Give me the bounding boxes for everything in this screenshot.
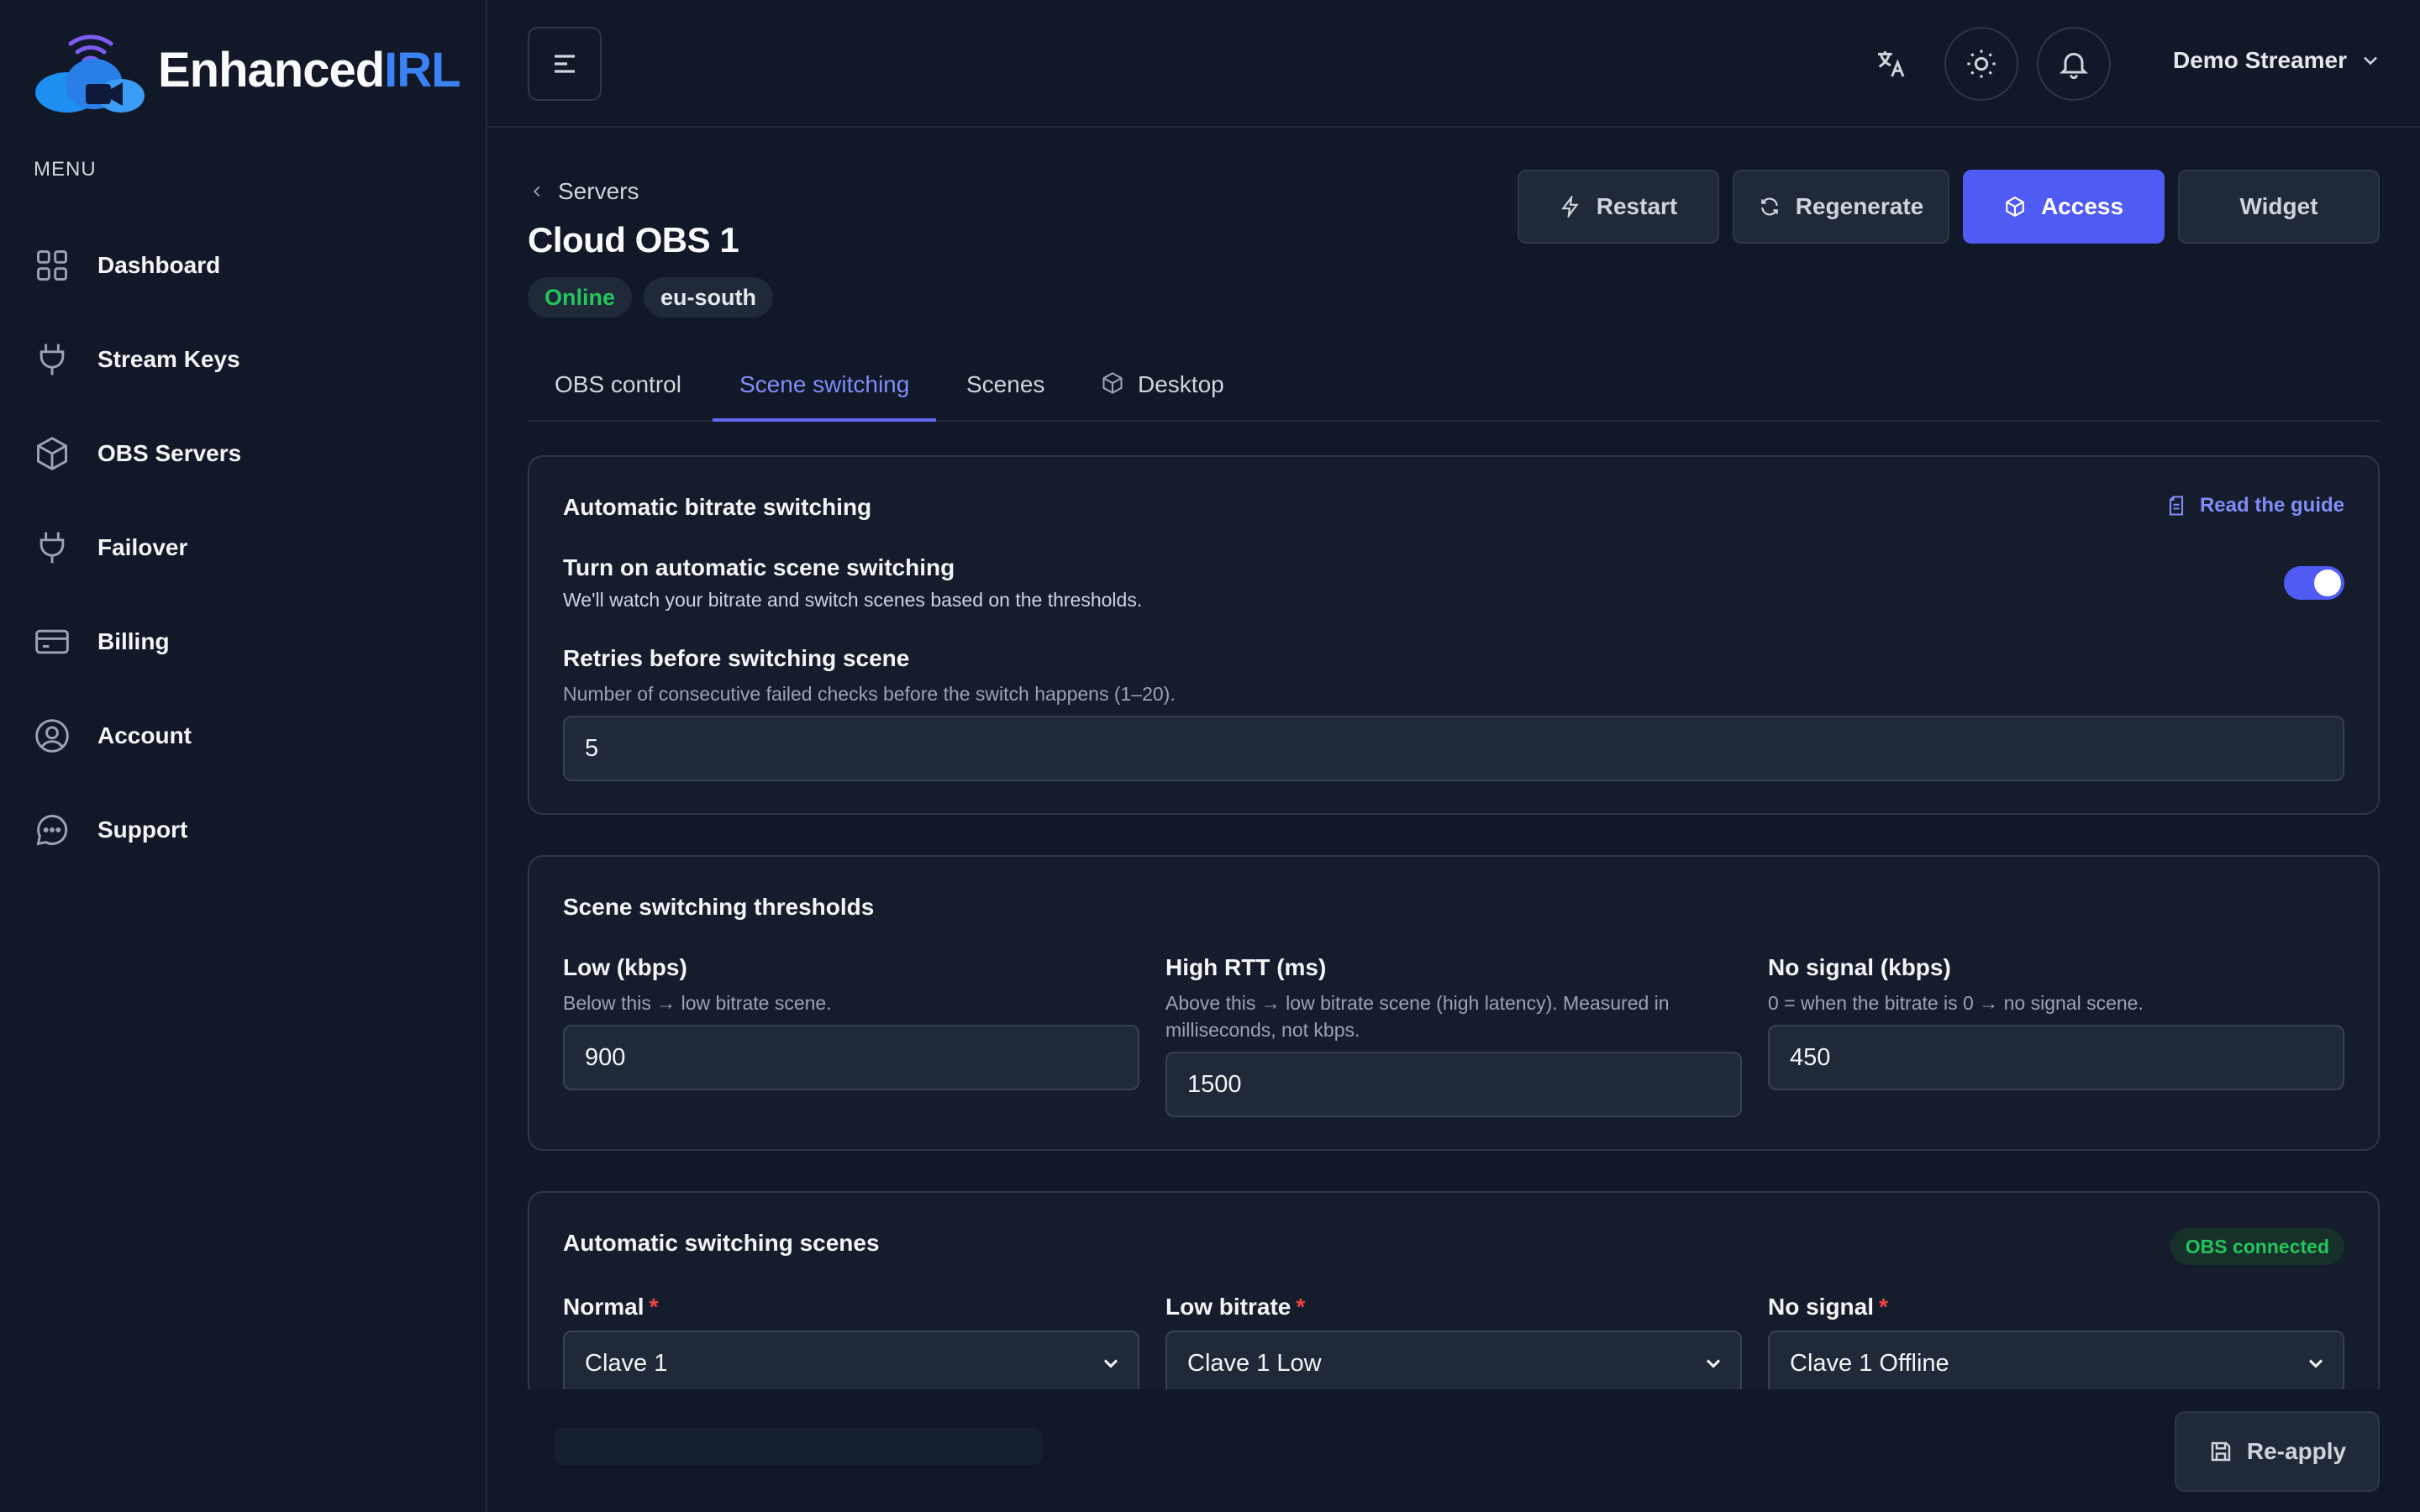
chevron-down-icon	[1706, 1359, 1721, 1368]
normal-scene-select[interactable]: Clave 1	[563, 1331, 1139, 1396]
bell-icon	[2060, 52, 2088, 80]
toggle-label: Turn on automatic scene switching	[563, 554, 955, 580]
read-guide-link[interactable]: Read the guide	[2165, 494, 2344, 517]
chevron-left-icon	[533, 186, 540, 197]
sidebar-item-failover[interactable]: Failover	[34, 501, 454, 595]
chat-icon	[36, 815, 68, 846]
low-kbps-label: Low (kbps)	[563, 954, 687, 980]
user-menu[interactable]: Demo Streamer	[2173, 47, 2382, 74]
no-signal-label: No signal (kbps)	[1768, 954, 1951, 980]
notifications-button[interactable]	[2037, 27, 2111, 101]
tab-obs-control[interactable]: OBS control	[555, 361, 681, 422]
card-title: Automatic switching scenes	[563, 1230, 880, 1256]
sidebar-item-label: Failover	[97, 534, 188, 560]
regenerate-button[interactable]: Regenerate	[1733, 170, 1949, 244]
obs-connected-badge: OBS connected	[2170, 1228, 2344, 1265]
cube-icon	[2006, 196, 2024, 218]
low-bitrate-scene-select[interactable]: Clave 1 Low	[1165, 1331, 1742, 1396]
refresh-icon	[1760, 197, 1778, 216]
chevron-down-icon	[2364, 56, 2377, 66]
retries-hint: Number of consecutive failed checks befo…	[563, 683, 1176, 705]
high-rtt-input[interactable]: 1500	[1165, 1052, 1742, 1117]
cube-icon	[1102, 372, 1123, 394]
widget-button[interactable]: Widget	[2178, 170, 2380, 244]
sidebar-item-support[interactable]: Support	[34, 783, 454, 877]
retries-input[interactable]: 5	[563, 716, 2344, 781]
sun-icon	[1967, 50, 1996, 78]
cloud-camera-logo-icon	[35, 34, 145, 113]
tab-desktop[interactable]: Desktop	[1101, 361, 1224, 422]
tab-bar: OBS control Scene switching Scenes Deskt…	[528, 361, 2380, 422]
menu-label: MENU	[34, 158, 97, 181]
low-kbps-input[interactable]: 900	[563, 1025, 1139, 1090]
status-badge: Online	[528, 277, 633, 318]
sidebar-item-label: OBS Servers	[97, 440, 242, 466]
chevron-down-icon	[2308, 1359, 2323, 1368]
footer-placeholder	[555, 1428, 1042, 1465]
sidebar-item-stream-keys[interactable]: Stream Keys	[34, 312, 454, 407]
sidebar: EnhancedIRL MENU Dashboard Stream Keys O…	[0, 0, 487, 1512]
top-bar: Demo Streamer	[487, 0, 2420, 128]
page-title: Cloud OBS 1	[528, 220, 739, 260]
cube-icon	[37, 436, 67, 471]
no-signal-scene-label: No signal *	[1768, 1294, 1888, 1320]
toggle-hint: We'll watch your bitrate and switch scen…	[563, 589, 1143, 611]
translate-icon	[1878, 51, 1905, 77]
user-circle-icon	[35, 719, 69, 753]
menu-icon	[555, 55, 575, 73]
card-title: Scene switching thresholds	[563, 894, 875, 920]
lightning-icon	[1560, 196, 1579, 218]
high-rtt-label: High RTT (ms)	[1165, 954, 1327, 980]
sidebar-item-account[interactable]: Account	[34, 689, 454, 783]
bitrate-switching-card: Automatic bitrate switching Read the gui…	[528, 455, 2380, 815]
sidebar-nav: Dashboard Stream Keys OBS Servers Failov…	[34, 218, 454, 877]
low-kbps-hint: Below this → low bitrate scene.	[563, 992, 832, 1014]
brand-name: EnhancedIRL	[158, 42, 461, 97]
credit-card-icon	[35, 629, 69, 654]
card-title: Automatic bitrate switching	[563, 494, 872, 520]
reapply-button[interactable]: Re-apply	[2175, 1411, 2380, 1492]
retries-label: Retries before switching scene	[563, 645, 910, 671]
save-icon	[2211, 1441, 2231, 1462]
theme-toggle-button[interactable]	[1944, 27, 2018, 101]
sidebar-item-dashboard[interactable]: Dashboard	[34, 218, 454, 312]
restart-button[interactable]: Restart	[1518, 170, 1719, 244]
tab-scenes[interactable]: Scenes	[966, 361, 1044, 422]
logo[interactable]: EnhancedIRL	[34, 25, 461, 114]
low-bitrate-scene-label: Low bitrate *	[1165, 1294, 1306, 1320]
thresholds-card: Scene switching thresholds Low (kbps) Be…	[528, 855, 2380, 1151]
document-icon	[2169, 496, 2184, 516]
user-name: Demo Streamer	[2173, 47, 2347, 73]
high-rtt-hint: Above this → low bitrate scene (high lat…	[1165, 992, 1670, 1041]
chevron-down-icon	[1103, 1359, 1118, 1368]
grid-icon	[37, 250, 67, 281]
sidebar-item-label: Support	[97, 816, 188, 843]
no-signal-input[interactable]: 450	[1768, 1025, 2344, 1090]
sidebar-item-billing[interactable]: Billing	[34, 595, 454, 689]
tab-scene-switching[interactable]: Scene switching	[713, 361, 937, 422]
sidebar-toggle-button[interactable]	[528, 27, 602, 101]
no-signal-scene-select[interactable]: Clave 1 Offline	[1768, 1331, 2344, 1396]
plug-icon	[39, 532, 65, 564]
language-button[interactable]	[1854, 27, 1928, 101]
breadcrumb[interactable]: Servers	[528, 178, 639, 205]
sidebar-item-label: Billing	[97, 628, 170, 654]
access-button[interactable]: Access	[1963, 170, 2165, 244]
auto-switching-toggle[interactable]	[2284, 566, 2344, 600]
breadcrumb-servers: Servers	[558, 178, 639, 204]
normal-scene-label: Normal *	[563, 1294, 659, 1320]
sidebar-item-obs-servers[interactable]: OBS Servers	[34, 407, 454, 501]
no-signal-hint: 0 = when the bitrate is 0 → no signal sc…	[1768, 992, 2144, 1014]
sidebar-item-label: Account	[97, 722, 192, 748]
sidebar-item-label: Stream Keys	[97, 346, 240, 372]
toggle-knob	[2314, 570, 2341, 596]
plug-icon	[39, 344, 65, 375]
region-badge: eu-south	[644, 277, 773, 318]
sidebar-item-label: Dashboard	[97, 252, 221, 278]
